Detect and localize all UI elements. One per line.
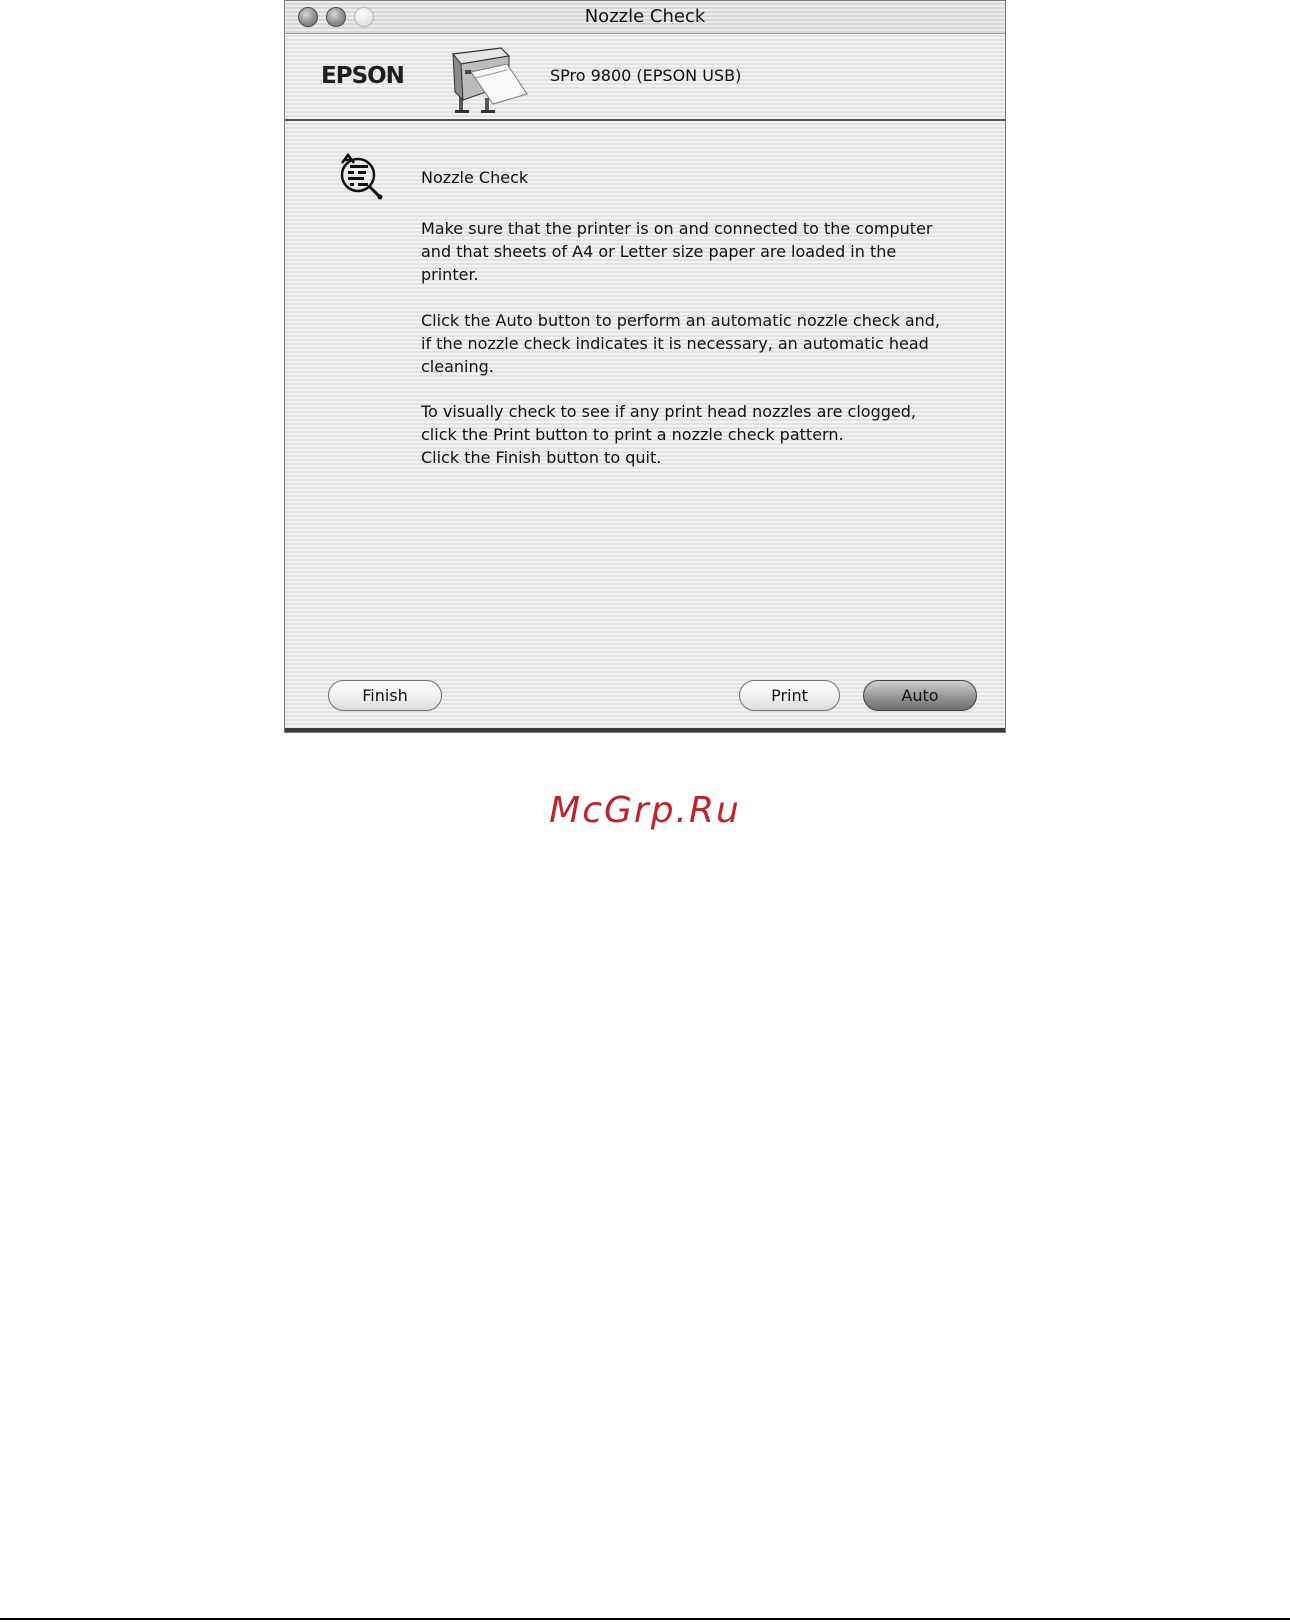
header-band: EPSON SPro 9800 (EPSON USB) (285, 34, 1005, 121)
instruction-paragraph: Click the Auto button to perform an auto… (421, 311, 941, 376)
printer-icon (451, 47, 528, 113)
printer-name: SPro 9800 (EPSON USB) (550, 66, 742, 85)
instruction-paragraph: To visually check to see if any print he… (421, 402, 916, 467)
nozzle-check-window: Nozzle Check EPSON SPro 9800 (EPSON USB) (284, 0, 1006, 733)
watermark: McGrp.Ru (549, 790, 741, 831)
auto-button[interactable]: Auto (863, 680, 977, 711)
page-footer-rule (0, 1618, 1290, 1620)
window-bottom-edge (285, 728, 1005, 732)
window-title: Nozzle Check (584, 6, 706, 27)
finish-button[interactable]: Finish (328, 680, 442, 711)
nozzle-check-icon (340, 152, 383, 200)
title-bar[interactable]: Nozzle Check (285, 1, 1005, 34)
section-title: Nozzle Check (421, 168, 529, 187)
brand-logo: EPSON (321, 63, 405, 89)
instruction-paragraph: Make sure that the printer is on and con… (421, 219, 933, 284)
print-button[interactable]: Print (739, 680, 840, 711)
